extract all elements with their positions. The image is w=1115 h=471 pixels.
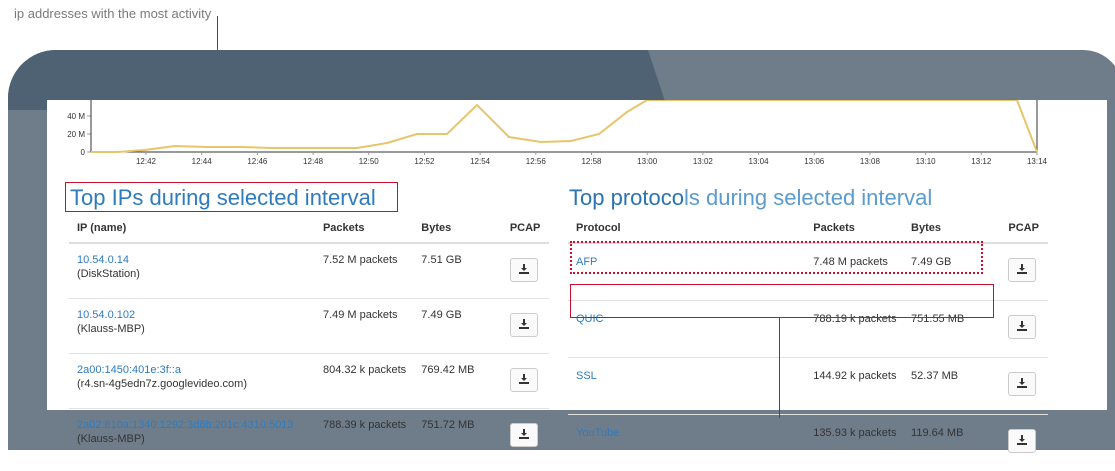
highlight-box-afp bbox=[570, 241, 983, 274]
download-icon bbox=[1017, 435, 1027, 445]
table-row: 10.54.0.14 (DiskStation) 7.52 M packets 7… bbox=[69, 243, 549, 299]
ip-link[interactable]: 2a02:810a:1340:1292:3d8b:201c:4310:5013 bbox=[77, 419, 294, 431]
col-bytes: Bytes bbox=[413, 222, 502, 243]
x-label: 12:46 bbox=[247, 157, 268, 166]
table-row: SSL 144.92 k packets 52.37 MB bbox=[568, 358, 1048, 415]
caption-text: ip addresses with the most activity bbox=[14, 6, 211, 21]
col-packets: Packets bbox=[315, 222, 413, 243]
bytes-cell: 52.37 MB bbox=[903, 358, 1000, 415]
table-row: 2a00:1450:401e:3f::a(r4.sn-4g5edn7z.goog… bbox=[69, 354, 549, 409]
ip-link[interactable]: 2a00:1450:401e:3f::a bbox=[77, 364, 181, 376]
ip-hostname: (r4.sn-4g5edn7z.googlevideo.com) bbox=[77, 378, 315, 390]
download-icon bbox=[519, 319, 529, 329]
col-packets: Packets bbox=[805, 222, 903, 243]
col-pcap: PCAP bbox=[502, 222, 549, 243]
bytes-cell: 7.51 GB bbox=[413, 243, 502, 299]
y-label: 0 bbox=[81, 148, 86, 157]
download-icon bbox=[1017, 264, 1027, 274]
packets-cell: 135.93 k packets bbox=[805, 415, 903, 471]
x-axis: 12:42 12:44 12:46 12:48 12:50 12:52 12:54 12:56… bbox=[136, 152, 1048, 166]
bytes-cell: 119.64 MB bbox=[903, 415, 1000, 471]
pcap-download-button[interactable] bbox=[1008, 258, 1036, 282]
download-icon bbox=[1017, 378, 1027, 388]
col-protocol: Protocol bbox=[568, 222, 805, 243]
traffic-chart: 40 M 20 M 0 12:4212:4412:4612:4812:5012:… bbox=[47, 100, 1107, 180]
pcap-download-button[interactable] bbox=[1008, 372, 1036, 396]
traffic-line bbox=[91, 100, 1037, 152]
y-label: 40 M bbox=[67, 112, 85, 121]
y-axis: 40 M 20 M 0 bbox=[67, 112, 91, 157]
bytes-cell: 769.42 MB bbox=[413, 354, 502, 409]
table-row: 10.54.0.102 (Klauss-MBP) 7.49 M packets 7… bbox=[69, 299, 549, 354]
packets-cell: 144.92 k packets bbox=[805, 358, 903, 415]
download-icon bbox=[1017, 321, 1027, 331]
pcap-download-button[interactable] bbox=[510, 258, 538, 282]
x-label: 12:42 bbox=[136, 157, 157, 166]
x-label: 12:54 bbox=[470, 157, 491, 166]
x-label: 13:14 bbox=[1027, 157, 1048, 166]
x-label: 13:06 bbox=[804, 157, 825, 166]
top-protocols-title-part1: Top protoco bbox=[569, 185, 684, 210]
pcap-download-button[interactable] bbox=[510, 313, 538, 337]
x-label: 12:44 bbox=[192, 157, 213, 166]
download-icon bbox=[519, 429, 529, 439]
top-ips-table: IP (name) Packets Bytes PCAP 10.54.0.14 (… bbox=[69, 222, 549, 463]
pcap-download-button[interactable] bbox=[510, 423, 538, 447]
highlight-box-title bbox=[65, 182, 398, 212]
app-screen: 40 M 20 M 0 12:4212:4412:4612:4812:5012:… bbox=[47, 100, 1107, 410]
x-label: 13:04 bbox=[749, 157, 770, 166]
download-icon bbox=[519, 374, 529, 384]
col-pcap: PCAP bbox=[1000, 222, 1048, 243]
bytes-cell: 7.49 GB bbox=[413, 299, 502, 354]
top-protocols-title: Top protocols during selected interval bbox=[569, 185, 932, 211]
y-label: 20 M bbox=[67, 130, 85, 139]
x-label: 13:00 bbox=[637, 157, 658, 166]
ip-hostname: (Klauss-MBP) bbox=[77, 323, 315, 335]
x-label: 13:12 bbox=[971, 157, 992, 166]
ip-hostname: (DiskStation) bbox=[77, 268, 315, 280]
x-label: 12:58 bbox=[581, 157, 602, 166]
packets-cell: 788.39 k packets bbox=[315, 409, 413, 464]
table-row: YouTube 135.93 k packets 119.64 MB bbox=[568, 415, 1048, 471]
highlight-box-quic bbox=[570, 284, 994, 318]
top-protocols-title-part2: ls during selected interval bbox=[684, 185, 932, 210]
pcap-download-button[interactable] bbox=[1008, 315, 1036, 339]
ip-hostname: (Klauss-MBP) bbox=[77, 433, 315, 445]
x-label: 13:10 bbox=[916, 157, 937, 166]
packets-cell: 804.32 k packets bbox=[315, 354, 413, 409]
x-label: 13:02 bbox=[693, 157, 714, 166]
table-row: 2a02:810a:1340:1292:3d8b:201c:4310:5013 (… bbox=[69, 409, 549, 464]
x-label: 12:52 bbox=[414, 157, 435, 166]
protocol-link[interactable]: YouTube bbox=[576, 427, 619, 439]
pcap-download-button[interactable] bbox=[510, 368, 538, 392]
ip-link[interactable]: 10.54.0.14 bbox=[77, 254, 129, 266]
ip-link[interactable]: 10.54.0.102 bbox=[77, 309, 135, 321]
download-icon bbox=[519, 264, 529, 274]
table-header-row: IP (name) Packets Bytes PCAP bbox=[69, 222, 549, 243]
x-label: 13:08 bbox=[860, 157, 881, 166]
protocol-link[interactable]: SSL bbox=[576, 370, 597, 382]
x-label: 12:50 bbox=[359, 157, 380, 166]
annotation-pointer bbox=[779, 318, 780, 418]
packets-cell: 7.52 M packets bbox=[315, 243, 413, 299]
bytes-cell: 751.72 MB bbox=[413, 409, 502, 464]
col-bytes: Bytes bbox=[903, 222, 1000, 243]
table-header-row: Protocol Packets Bytes PCAP bbox=[568, 222, 1048, 243]
pcap-download-button[interactable] bbox=[1008, 429, 1036, 453]
x-label: 12:56 bbox=[526, 157, 547, 166]
packets-cell: 7.49 M packets bbox=[315, 299, 413, 354]
x-label: 12:48 bbox=[303, 157, 324, 166]
col-ip: IP (name) bbox=[69, 222, 315, 243]
